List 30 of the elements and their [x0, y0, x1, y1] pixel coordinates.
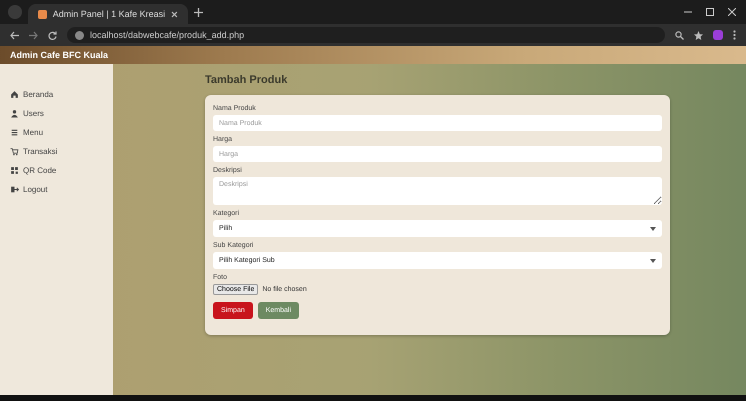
new-tab-icon[interactable] [194, 8, 203, 16]
close-icon[interactable] [171, 10, 178, 18]
forward-icon[interactable] [29, 30, 38, 40]
page-title: Tambah Produk [205, 74, 288, 86]
qr-code-icon [10, 166, 19, 175]
close-icon[interactable] [728, 8, 736, 16]
maximize-icon[interactable] [706, 8, 714, 16]
back-icon[interactable] [10, 30, 19, 40]
tab-title: Admin Panel | 1 Kafe Kreasi [52, 9, 166, 19]
browser-tab[interactable]: Admin Panel | 1 Kafe Kreasi [28, 4, 188, 24]
star-icon[interactable] [694, 30, 703, 40]
favicon-icon [38, 10, 47, 18]
caret-icon [650, 258, 656, 262]
logout-icon [10, 185, 19, 194]
sidebar-link[interactable]: Users [10, 109, 113, 118]
menu-icon [10, 128, 19, 137]
home-icon [10, 90, 19, 99]
sidebar-link[interactable]: Beranda [10, 90, 113, 99]
search-icon[interactable] [675, 30, 684, 40]
brand-title: Admin Cafe BFC Kuala [10, 50, 108, 60]
sidebar-link[interactable]: Transaksi [10, 147, 113, 156]
menu-icon[interactable] [733, 30, 736, 40]
sidebar-link[interactable]: Menu [10, 128, 113, 137]
cart-icon [10, 147, 19, 156]
person-icon [10, 109, 19, 118]
reload-icon[interactable] [48, 30, 57, 40]
sidebar-link[interactable]: QR Code [10, 166, 113, 175]
address-bar[interactable]: localhost/dabwebcafe/produk_add.php [67, 27, 665, 43]
sidebar-link[interactable]: Logout [10, 185, 113, 194]
caret-icon [650, 226, 656, 230]
